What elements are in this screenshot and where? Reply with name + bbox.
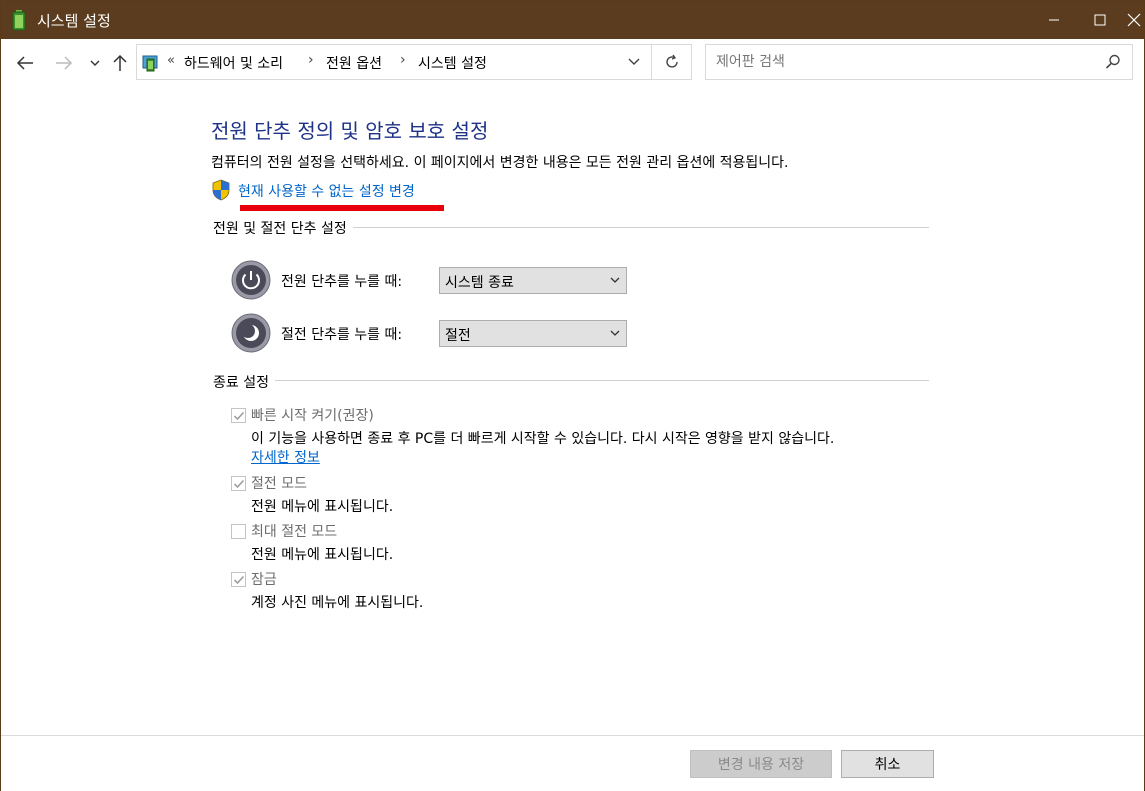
sleep-mode-label: 절전 모드 [251, 476, 307, 492]
lock-description: 계정 사진 메뉴에 표시됩니다. [251, 595, 424, 611]
recent-locations-button[interactable] [84, 51, 106, 75]
breadcrumb-system-settings[interactable]: 시스템 설정 [418, 53, 487, 73]
fast-startup-checkbox[interactable] [231, 408, 246, 423]
chevron-down-icon [610, 330, 620, 336]
content-area: 전원 단추 정의 및 암호 보호 설정 컴퓨터의 전원 설정을 선택하세요. 이… [1, 87, 1144, 735]
sleep-button-label: 절전 단추를 누를 때: [281, 327, 403, 343]
minimize-icon [1049, 19, 1059, 21]
sleep-button-icon [231, 313, 271, 353]
footer-bar: 변경 내용 저장 취소 [1, 735, 1144, 791]
close-icon [1127, 13, 1141, 27]
hibernate-label: 최대 절전 모드 [251, 524, 338, 540]
cancel-button[interactable]: 취소 [841, 750, 934, 778]
more-info-link[interactable]: 자세한 정보 [251, 447, 320, 467]
breadcrumb-hardware-sound[interactable]: 하드웨어 및 소리 [184, 53, 283, 73]
checkmark-icon [233, 479, 245, 489]
arrow-left-icon [16, 56, 33, 70]
lock-label: 잠금 [251, 572, 277, 588]
page-description: 컴퓨터의 전원 설정을 선택하세요. 이 페이지에서 변경한 내용은 모든 전원… [211, 155, 789, 171]
breadcrumb-power-options[interactable]: 전원 옵션 [326, 53, 382, 73]
forward-button[interactable] [53, 51, 75, 75]
select-value: 시스템 종료 [445, 275, 514, 291]
breadcrumb-separator[interactable]: › [400, 52, 406, 68]
navigation-bar: « 하드웨어 및 소리 › 전원 옵션 › 시스템 설정 [1, 39, 1144, 87]
hibernate-checkbox[interactable] [231, 524, 246, 539]
address-dropdown-button[interactable] [617, 45, 651, 79]
save-changes-button[interactable]: 변경 내용 저장 [690, 750, 832, 778]
sleep-button-action-select[interactable]: 절전 [439, 320, 627, 347]
page-title: 전원 단추 정의 및 암호 보호 설정 [211, 119, 489, 143]
window-title: 시스템 설정 [37, 12, 111, 30]
minimize-button[interactable] [1031, 1, 1077, 39]
section-divider [215, 380, 929, 381]
close-button[interactable] [1123, 1, 1145, 39]
up-button[interactable] [109, 51, 131, 75]
arrow-right-icon [56, 56, 73, 70]
search-box[interactable] [705, 44, 1133, 80]
sleep-mode-checkbox[interactable] [231, 476, 246, 491]
red-annotation-underline [240, 205, 444, 211]
back-button[interactable] [14, 51, 36, 75]
maximize-button[interactable] [1077, 1, 1123, 39]
battery-icon [11, 9, 29, 31]
checkmark-icon [233, 575, 245, 585]
refresh-button[interactable] [652, 45, 692, 79]
chevron-down-icon [628, 58, 640, 65]
breadcrumb-overflow[interactable]: « [167, 53, 175, 68]
power-button-label: 전원 단추를 누를 때: [281, 274, 403, 290]
window: 시스템 설정 « 하드웨어 및 소리 › 전원 옵션 › 시스템 설정 제어판 … [0, 0, 1145, 791]
control-panel-icon [141, 53, 161, 73]
fast-startup-description: 이 기능을 사용하면 종료 후 PC를 더 빠르게 시작할 수 있습니다. 다시… [251, 431, 835, 447]
power-button-action-select[interactable]: 시스템 종료 [439, 267, 627, 294]
refresh-icon [666, 54, 678, 68]
select-value: 절전 [445, 328, 471, 344]
breadcrumb-separator[interactable]: › [308, 52, 314, 68]
address-bar[interactable]: « 하드웨어 및 소리 › 전원 옵션 › 시스템 설정 [136, 44, 692, 80]
chevron-down-icon [90, 60, 100, 66]
lock-checkbox[interactable] [231, 572, 246, 587]
arrow-up-icon [113, 54, 127, 71]
search-icon[interactable] [1104, 53, 1122, 71]
uac-shield-icon [211, 179, 231, 201]
hibernate-description: 전원 메뉴에 표시됩니다. [251, 547, 394, 563]
search-input[interactable] [716, 51, 1086, 73]
fast-startup-label: 빠른 시작 켜기(권장) [251, 408, 374, 424]
shutdown-section-title: 종료 설정 [213, 372, 275, 392]
maximize-icon [1094, 14, 1106, 26]
title-bar: 시스템 설정 [1, 1, 1144, 39]
checkmark-icon [233, 411, 245, 421]
power-button-icon [231, 260, 271, 300]
change-unavailable-settings-link[interactable]: 현재 사용할 수 없는 설정 변경 [238, 181, 415, 201]
power-buttons-section-title: 전원 및 절전 단추 설정 [213, 218, 353, 238]
chevron-down-icon [610, 277, 620, 283]
sleep-mode-description: 전원 메뉴에 표시됩니다. [251, 499, 394, 515]
